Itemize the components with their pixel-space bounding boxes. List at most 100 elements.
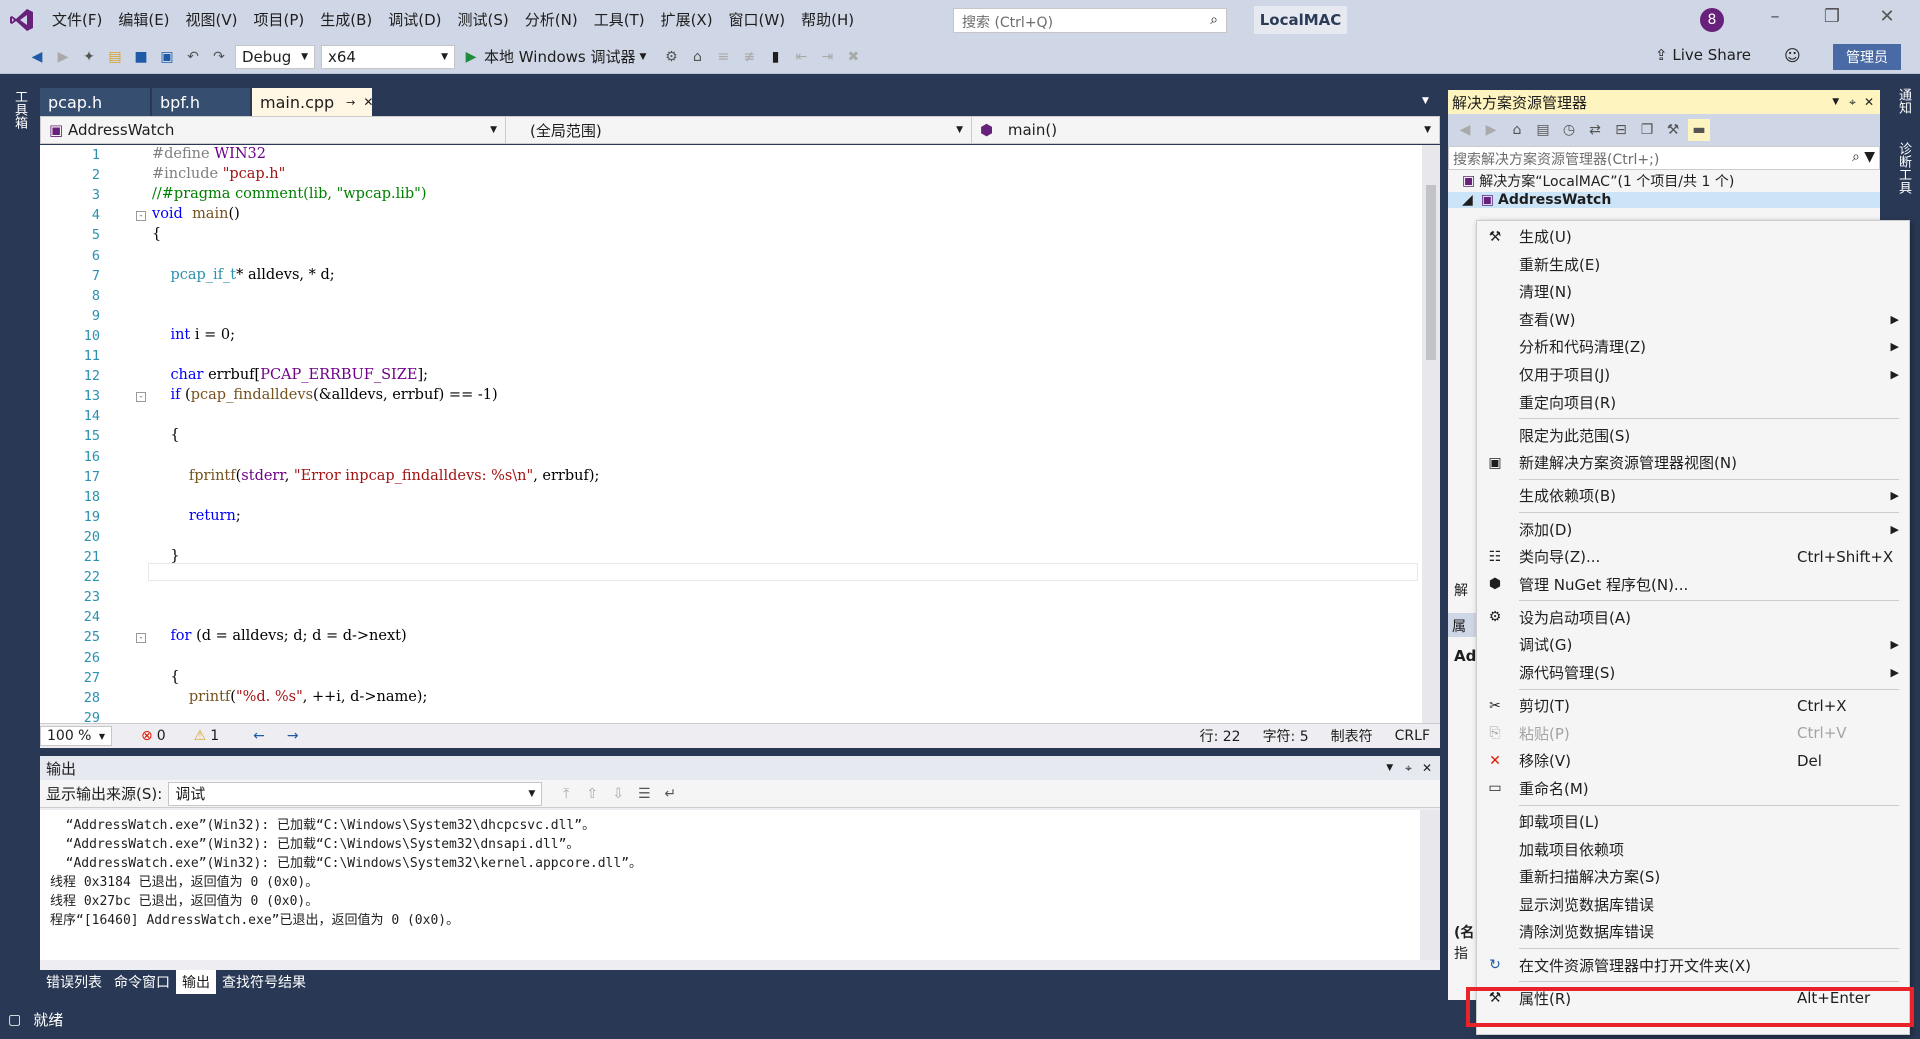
context-menu-item[interactable]: 重新扫描解决方案(S) (1477, 863, 1909, 890)
live-share-button[interactable]: ⇪ Live Share (1655, 46, 1751, 64)
chevron-down-icon[interactable]: ▼ (640, 52, 647, 62)
back-icon[interactable]: ◀ (1454, 119, 1476, 141)
context-menu-item[interactable]: 清理(N) (1477, 278, 1909, 305)
context-menu-item[interactable]: 添加(D) ▶ (1477, 516, 1909, 543)
menu-edit[interactable]: 编辑(E) (110, 0, 177, 40)
menu-build[interactable]: 生成(B) (312, 0, 380, 40)
save-icon[interactable]: ■ (130, 46, 152, 68)
context-menu-item[interactable]: ⬢ 管理 NuGet 程序包(N)... (1477, 571, 1909, 598)
configuration-select[interactable]: Debug ▼ (235, 44, 315, 69)
pin-icon[interactable]: ⌖ (1849, 95, 1856, 110)
collapse-icon[interactable]: - (136, 633, 146, 644)
find-message-icon[interactable]: ⤒ (555, 783, 577, 805)
attach-process-icon[interactable]: ⚙ (660, 46, 682, 68)
context-menu-item[interactable]: 源代码管理(S) ▶ (1477, 659, 1909, 686)
platform-select[interactable]: x64 ▼ (321, 44, 455, 69)
bookmark-icon[interactable]: ▮ (764, 46, 786, 68)
start-debug-icon[interactable]: ▶ (460, 46, 482, 68)
restore-icon[interactable]: ❐ (1817, 6, 1847, 27)
menu-help[interactable]: 帮助(H) (793, 0, 862, 40)
context-menu-item[interactable]: ↻ 在文件资源管理器中打开文件夹(X) (1477, 952, 1909, 979)
context-menu-item[interactable]: 卸载项目(L) (1477, 808, 1909, 835)
close-icon[interactable]: ✕ (1864, 95, 1874, 109)
tab-output[interactable]: 输出 (176, 970, 216, 994)
switch-views-icon[interactable]: ▤ (1532, 119, 1554, 141)
tab-main-cpp[interactable]: main.cpp → ✕ (252, 88, 373, 116)
forward-icon[interactable]: ▶ (52, 46, 74, 68)
solution-node[interactable]: ▣ 解决方案“LocalMAC”(1 个项目/共 1 个) (1448, 170, 1880, 192)
undo-icon[interactable]: ↶ (182, 46, 204, 68)
preview-icon[interactable]: ▬ (1688, 119, 1710, 141)
context-menu-item[interactable]: 生成依赖项(B) ▶ (1477, 482, 1909, 509)
code-editor[interactable]: 1 2 3 4 5 6 7 8 9 10 11 12 13 14 15 16 17 18 19 20 21 22 23 24 2… (40, 145, 1440, 726)
zoom-select[interactable]: 100 % ▼ (40, 726, 112, 746)
menu-extensions[interactable]: 扩展(X) (653, 0, 721, 40)
context-menu-item[interactable]: ▣ 新建解决方案资源管理器视图(N) (1477, 449, 1909, 476)
context-menu-item[interactable]: ✕ 移除(V) Del (1477, 747, 1909, 774)
context-menu-item[interactable]: ▭ 重命名(M) (1477, 775, 1909, 802)
chevron-down-icon[interactable]: ▼ (1832, 97, 1839, 107)
pin-icon[interactable]: → (346, 96, 355, 109)
notifications-tab[interactable]: 通知 (1886, 74, 1920, 128)
close-icon[interactable]: ✕ (1872, 6, 1902, 27)
new-project-icon[interactable]: ✦ (78, 46, 100, 68)
clear-all-icon[interactable]: ☰ (633, 783, 655, 805)
save-all-icon[interactable]: ▣ (156, 46, 178, 68)
context-menu-item[interactable]: ✂ 剪切(T) Ctrl+X (1477, 692, 1909, 719)
line-ending[interactable]: CRLF (1395, 728, 1430, 744)
context-menu-item[interactable]: 加载项目依赖项 (1477, 836, 1909, 863)
context-menu-item[interactable]: 仅用于项目(J) ▶ (1477, 361, 1909, 388)
tab-error-list[interactable]: 错误列表 (40, 970, 108, 994)
forward-icon[interactable]: ▶ (1480, 119, 1502, 141)
clear-bookmarks-icon[interactable]: ✖ (842, 46, 864, 68)
context-menu-item[interactable]: 显示浏览数据库错误 (1477, 891, 1909, 918)
comment-icon[interactable]: ≡ (712, 46, 734, 68)
context-menu-item[interactable]: ☷ 类向导(Z)... Ctrl+Shift+X (1477, 543, 1909, 570)
context-menu-item[interactable]: 查看(W) ▶ (1477, 306, 1909, 333)
project-dropdown[interactable]: ▣ AddressWatch ▼ (41, 117, 506, 143)
function-dropdown[interactable]: ⬢ main() ▼ (972, 117, 1439, 143)
show-all-files-icon[interactable]: ❐ (1636, 119, 1658, 141)
menu-debug[interactable]: 调试(D) (380, 0, 449, 40)
scope-dropdown[interactable]: (全局范围) ▼ (506, 117, 972, 143)
output-text[interactable]: “AddressWatch.exe”(Win32): 已加载“C:\Window… (40, 810, 1420, 960)
notification-badge[interactable]: 8 (1700, 8, 1724, 32)
warning-icon[interactable]: ⚠ (194, 728, 207, 744)
collapse-icon[interactable]: - (136, 392, 146, 403)
properties-icon[interactable]: ⚒ (1662, 119, 1684, 141)
context-menu-item[interactable]: 分析和代码清理(Z) ▶ (1477, 333, 1909, 360)
tab-find-symbol-results[interactable]: 查找符号结果 (216, 970, 312, 994)
word-wrap-icon[interactable]: ↵ (659, 783, 681, 805)
prev-bookmark-icon[interactable]: ⇤ (790, 46, 812, 68)
arrow-left-icon[interactable]: ← (253, 728, 265, 744)
arrow-right-icon[interactable]: → (287, 728, 299, 744)
collapse-icon[interactable]: - (136, 211, 146, 222)
context-menu-item[interactable]: ⚙ 设为启动项目(A) (1477, 604, 1909, 631)
solution-explorer-search-input[interactable]: 搜索解决方案资源管理器(Ctrl+;) ⌕ ▼ (1448, 146, 1880, 170)
menu-file[interactable]: 文件(F) (44, 0, 110, 40)
menu-tools[interactable]: 工具(T) (586, 0, 653, 40)
home-icon[interactable]: ⌂ (1506, 119, 1528, 141)
diagnostic-tools-tab[interactable]: 诊断工具 (1886, 128, 1920, 208)
tab-overflow-icon[interactable]: ▼ (1422, 96, 1429, 106)
back-icon[interactable]: ◀ (26, 46, 48, 68)
menu-test[interactable]: 测试(S) (450, 0, 517, 40)
context-menu-item[interactable]: ⎘ 粘贴(P) Ctrl+V (1477, 720, 1909, 747)
search-input[interactable]: 搜索 (Ctrl+Q) ⌕ (953, 8, 1227, 33)
minimize-icon[interactable]: – (1760, 6, 1790, 27)
uncomment-icon[interactable]: ≢ (738, 46, 760, 68)
scrollbar-thumb[interactable] (1426, 185, 1436, 360)
start-debug-button[interactable]: 本地 Windows 调试器 (484, 46, 636, 67)
tab-pcap-h[interactable]: pcap.h (40, 88, 150, 116)
context-menu-item[interactable]: 重定向项目(R) (1477, 389, 1909, 416)
menu-analyze[interactable]: 分析(N) (517, 0, 586, 40)
open-file-icon[interactable]: ▤ (104, 46, 126, 68)
collapse-all-icon[interactable]: ⊟ (1610, 119, 1632, 141)
error-icon[interactable]: ⊗ (141, 728, 153, 744)
menu-project[interactable]: 项目(P) (246, 0, 313, 40)
context-menu-item[interactable]: 调试(G) ▶ (1477, 631, 1909, 658)
project-node[interactable]: ◢ ▣ AddressWatch (1448, 192, 1880, 208)
tab-command-window[interactable]: 命令窗口 (108, 970, 176, 994)
redo-icon[interactable]: ↷ (208, 46, 230, 68)
browser-link-icon[interactable]: ⌂ (686, 46, 708, 68)
